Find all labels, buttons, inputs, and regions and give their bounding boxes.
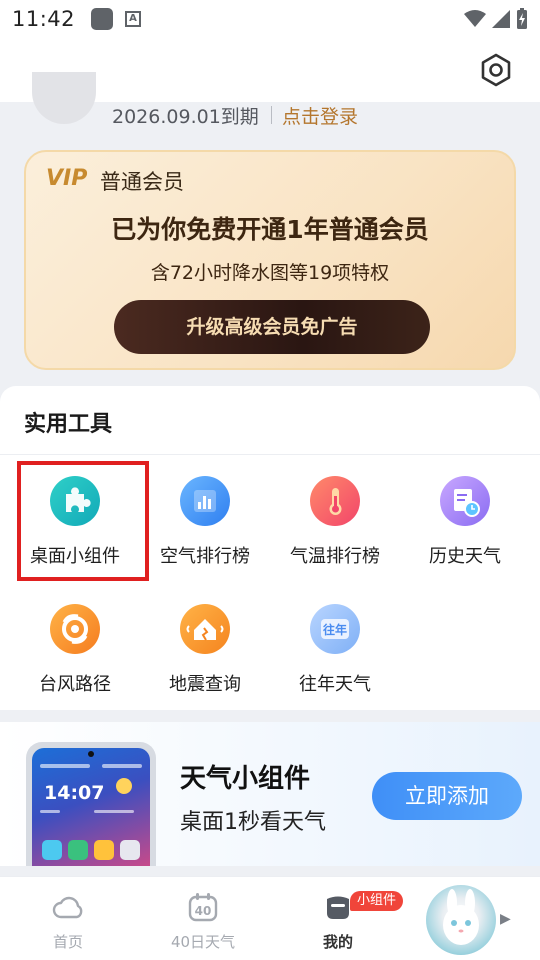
tool-label: 台风路径 [39,674,111,695]
status-bar: 11:42 A [0,0,540,38]
promo-subtitle: 桌面1秒看天气 [180,810,326,835]
chevron-right-icon: ▶ [500,911,511,927]
tool-past-years-weather[interactable]: 往年 往年天气 [270,604,400,714]
nav-label: 我的 [322,933,353,951]
nav-home[interactable]: 首页 [3,877,133,960]
gear-icon [481,53,511,87]
earthquake-icon [180,604,230,654]
cloud-icon [52,896,83,919]
divider [0,454,540,455]
vip-level-label: 普通会员 [100,170,184,194]
vip-logo: VIP [46,166,88,191]
past-years-icon-text: 往年 [323,622,347,637]
tool-earthquake[interactable]: 地震查询 [140,604,270,714]
widget-badge: 小组件 [350,891,404,911]
status-time: 11:42 [12,7,76,31]
login-link[interactable]: 点击登录 [282,102,358,129]
nav-label: 首页 [52,933,83,951]
widget-promo-banner[interactable]: 14:07 天气小组件 桌面1秒看天气 立即添加 [0,722,540,866]
bar-chart-icon [180,476,230,526]
nav-mine[interactable]: 我的 [273,877,403,960]
tool-label: 气温排行榜 [290,546,380,567]
tool-temperature-ranking[interactable]: 气温排行榜 [270,476,400,586]
settings-button[interactable] [478,52,514,88]
tool-typhoon-path[interactable]: 台风路径 [10,604,140,714]
add-widget-button[interactable]: 立即添加 [372,772,522,820]
promo-title: 天气小组件 [180,764,311,794]
tool-label: 历史天气 [429,546,501,567]
upgrade-vip-button[interactable]: 升级高级会员免广告 [114,300,430,354]
tool-label: 地震查询 [169,674,241,695]
membership-expiry: 2026.09.01到期 [112,106,259,128]
vip-card[interactable]: VIP 普通会员 已为你免费开通1年普通会员 含72小时降水图等19项特权 升级… [24,150,516,370]
avatar[interactable] [426,885,496,955]
avatar[interactable] [32,72,96,124]
battery-icon [517,8,527,29]
tool-history-weather[interactable]: 历史天气 [400,476,530,586]
nav-40-day-weather[interactable]: 40 40日天气 [138,877,268,960]
vip-headline: 已为你免费开通1年普通会员 [111,215,429,244]
text-a-icon: A [125,11,142,27]
divider [271,106,272,124]
calendar-40-icon: 40 [188,893,218,922]
past-years-icon: 往年 [310,604,360,654]
phone-preview-image: 14:07 [26,742,156,866]
calendar-clock-icon [440,476,490,526]
nav-label: 40日天气 [170,933,236,951]
profile-row: 2026.09.01到期 点击登录 [0,72,540,142]
phone-time: 14:07 [44,782,105,804]
tool-label: 空气排行榜 [160,546,250,567]
signal-icon [492,10,510,28]
wifi-icon [464,10,486,27]
highlight-box [17,461,149,581]
phone-screen: 14:07 [32,748,150,866]
bottom-nav: 首页 40 40日天气 我的 小组件 ▶ [0,876,540,960]
app-notification-icon [91,8,114,30]
typhoon-icon [50,604,100,654]
thermometer-icon [310,476,360,526]
tool-air-ranking[interactable]: 空气排行榜 [140,476,270,586]
vip-subtitle: 含72小时降水图等19项特权 [150,262,390,284]
tools-title: 实用工具 [24,412,113,437]
tool-label: 往年天气 [299,674,371,695]
calendar-40-icon-text: 40 [195,904,212,918]
